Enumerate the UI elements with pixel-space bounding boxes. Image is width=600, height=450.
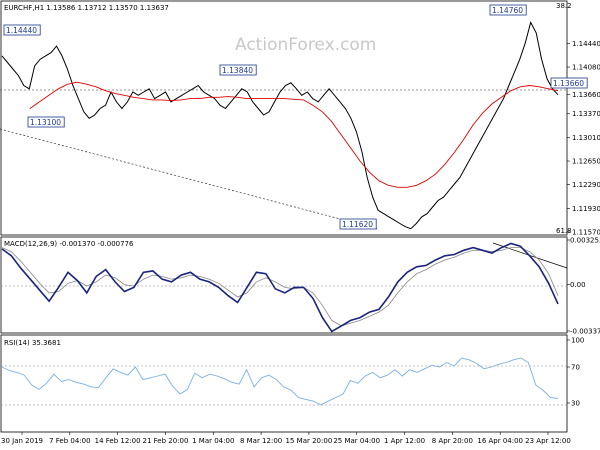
fib-label-382: 38.2 — [556, 2, 572, 10]
time-axis-tick-label: 23 Apr 12:00 — [525, 437, 571, 445]
time-axis-tick-label: 16 Apr 04:00 — [477, 437, 523, 445]
rsi-axis-tick-label: 100 — [571, 337, 584, 345]
price-axis-tick-label: 1.14440 — [572, 40, 600, 48]
watermark: ActionForex.com — [235, 35, 376, 55]
time-axis-tick-label: 1 Apr 12:00 — [384, 437, 425, 445]
macd-axis-tick-label: 0.003253 — [570, 237, 600, 245]
rsi-title: RSI(14) 35.3681 — [4, 339, 61, 347]
price-axis-tick-label: 1.11930 — [572, 205, 600, 213]
rsi-axis-tick-label: 30 — [571, 400, 580, 408]
macd-title: MACD(12,26,9) -0.001370 -0.000776 — [4, 240, 134, 248]
fib-label-618: 61.8 — [556, 227, 572, 235]
macd-panel — [0, 236, 568, 334]
price-level-label: 1.11620 — [342, 220, 373, 229]
price-axis-tick-label: 1.12290 — [572, 181, 600, 189]
rsi-panel — [0, 334, 568, 433]
price-level-label: 1.14760 — [492, 6, 523, 15]
time-axis-tick-label: 25 Mar 04:00 — [333, 437, 380, 445]
rsi-axis-tick-label: 70 — [571, 364, 580, 372]
symbol-info: EURCHF,H1 1.13586 1.13712 1.13570 1.1363… — [4, 4, 169, 12]
price-level-label: 1.13100 — [30, 118, 61, 127]
time-axis-tick-label: 14 Feb 12:00 — [95, 437, 141, 445]
macd-axis-tick-label: -0.003373 — [570, 328, 600, 336]
price-axis-tick-label: 1.13370 — [572, 110, 600, 118]
price-yaxis: 1.14440 1.14080 1.13660 1.13370 1.13010 1.126… — [567, 40, 600, 237]
macd-axis-tick-label: 0.00 — [570, 281, 586, 289]
price-level-label: 1.13840 — [222, 66, 253, 75]
time-axis-tick-label: 15 Mar 20:00 — [286, 437, 333, 445]
price-axis-tick-label: 1.13010 — [572, 134, 600, 142]
price-axis-tick-label: 1.13660 — [572, 91, 600, 99]
rsi-yaxis: 100 70 30 — [567, 337, 584, 408]
time-axis-tick-label: 7 Feb 04:00 — [49, 437, 90, 445]
macd-yaxis: 0.003253 0.00 -0.003373 — [567, 237, 600, 336]
price-axis-tick-label: 1.14080 — [572, 64, 600, 72]
price-axis-tick-label: 1.11570 — [572, 229, 600, 237]
time-axis: 30 Jan 2019 7 Feb 04:00 14 Feb 12:00 21 Feb… — [1, 432, 571, 445]
chart-canvas: EURCHF,H1 1.13586 1.13712 1.13570 1.1363… — [0, 0, 600, 445]
time-axis-tick-label: 30 Jan 2019 — [1, 437, 43, 445]
time-axis-tick-label: 21 Feb 20:00 — [142, 437, 188, 445]
price-level-label: 1.13660 — [553, 79, 584, 88]
time-axis-tick-label: 1 Mar 04:00 — [192, 437, 234, 445]
price-level-label: 1.14440 — [6, 26, 37, 35]
price-axis-tick-label: 1.12650 — [572, 158, 600, 166]
time-axis-tick-label: 8 Mar 12:00 — [240, 437, 282, 445]
time-axis-tick-label: 8 Apr 20:00 — [432, 437, 473, 445]
